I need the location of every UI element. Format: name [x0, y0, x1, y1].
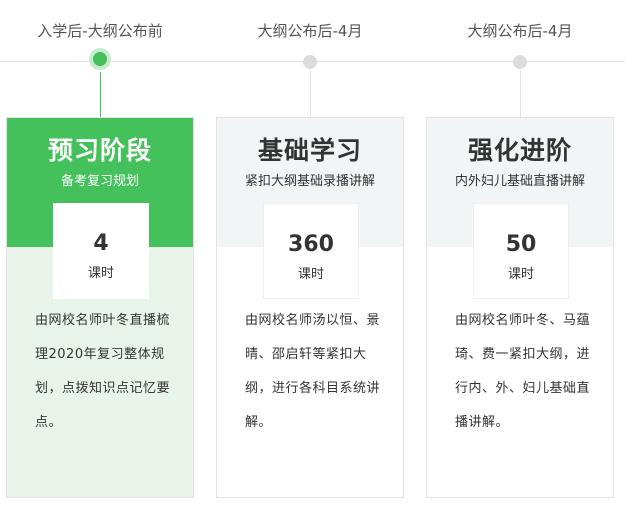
hours-unit: 课时 [87, 266, 114, 281]
hours-unit: 课时 [507, 267, 534, 282]
card-description: 由网校名师汤以恒、景晴、邵启轩等紧扣大纲，进行各科目系统讲解。 [245, 313, 381, 430]
phase-card-prep[interactable]: 预习阶段 备考复习规划 4 课时 由网校名师叶冬直播梳理2020年复习整体规划，… [6, 117, 194, 498]
hours-count: 360 [288, 232, 334, 257]
timeline-label-prep: 入学后-大纲公布前 [37, 22, 163, 40]
hours-count: 4 [93, 231, 109, 256]
hours-count: 50 [505, 232, 537, 257]
hours-unit: 课时 [297, 267, 324, 282]
timeline-dot-active[interactable] [93, 52, 107, 66]
timeline-label-basic: 大纲公布后-4月 [257, 22, 363, 40]
hours-box: 4 课时 [53, 203, 149, 299]
timeline-dot[interactable] [303, 55, 317, 69]
timeline-stem-active [100, 72, 101, 117]
timeline-stem [310, 70, 311, 117]
hours-box: 360 课时 [263, 203, 359, 299]
card-title: 预习阶段 [47, 136, 152, 165]
phase-card-advanced[interactable]: 强化进阶 内外妇儿基础直播讲解 50 课时 由网校名师叶冬、马蕴琦、费一紧扣大纲… [426, 117, 614, 498]
card-subtitle: 紧扣大纲基础录播讲解 [244, 174, 375, 189]
card-title: 基础学习 [257, 136, 362, 165]
timeline-dot[interactable] [513, 55, 527, 69]
hours-box: 50 课时 [473, 203, 569, 299]
timeline-label-advanced: 大纲公布后-4月 [467, 22, 573, 40]
card-description: 由网校名师叶冬直播梳理2020年复习整体规划，点拨知识点记忆要点。 [35, 313, 171, 430]
card-subtitle: 内外妇儿基础直播讲解 [454, 174, 585, 189]
card-description: 由网校名师叶冬、马蕴琦、费一紧扣大纲，进行内、外、妇儿基础直播讲解。 [455, 313, 591, 430]
timeline-stem [520, 70, 521, 117]
card-title: 强化进阶 [467, 136, 572, 165]
card-subtitle: 备考复习规划 [60, 174, 139, 189]
phase-card-basic[interactable]: 基础学习 紧扣大纲基础录播讲解 360 课时 由网校名师汤以恒、景晴、邵启轩等紧… [216, 117, 404, 498]
